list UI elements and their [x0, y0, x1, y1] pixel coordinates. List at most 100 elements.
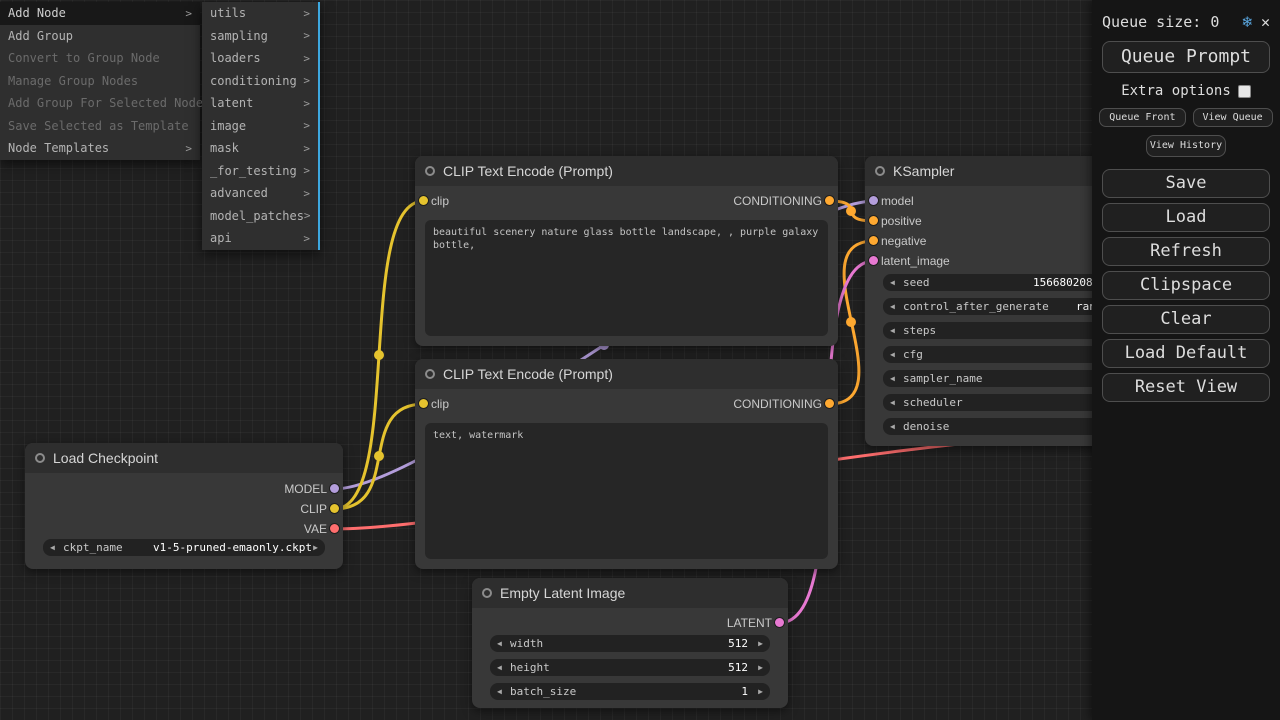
submenu-item-loaders[interactable]: loaders >	[202, 47, 318, 70]
output-label: MODEL	[284, 482, 327, 496]
collapse-dot-icon[interactable]	[875, 166, 885, 176]
add-node-submenu: utils > sampling > loaders > conditionin…	[202, 2, 320, 250]
width-widget[interactable]: ◀ width 512 ▶	[490, 635, 770, 652]
input-label: negative	[881, 234, 926, 248]
latent-output-port[interactable]	[775, 618, 784, 627]
extra-options-label: Extra options	[1121, 83, 1231, 99]
conditioning-output-port[interactable]	[825, 196, 834, 205]
submenu-arrow-icon: >	[303, 29, 310, 42]
queue-front-button[interactable]: Queue Front	[1099, 108, 1185, 127]
clip-input-port[interactable]	[419, 399, 428, 408]
node-clip-text-encode-1[interactable]: CLIP Text Encode (Prompt) clip CONDITION…	[415, 156, 838, 346]
submenu-item-for-testing[interactable]: _for_testing >	[202, 160, 318, 183]
collapse-dot-icon[interactable]	[482, 588, 492, 598]
node-load-checkpoint[interactable]: Load Checkpoint MODEL CLIP VAE ◀ ckpt_na…	[25, 443, 343, 569]
view-history-button[interactable]: View History	[1146, 135, 1226, 157]
positive-input-port[interactable]	[869, 216, 878, 225]
prompt-textarea[interactable]: text, watermark	[425, 423, 828, 559]
input-label: positive	[881, 214, 922, 228]
submenu-arrow-icon: >	[304, 209, 311, 222]
decrement-icon[interactable]: ◀	[890, 350, 895, 360]
extra-options-checkbox[interactable]	[1238, 85, 1251, 98]
reset-view-button[interactable]: Reset View	[1102, 373, 1270, 402]
input-negative: negative	[865, 231, 926, 251]
increment-icon[interactable]: ▶	[758, 639, 763, 649]
decrement-icon[interactable]: ◀	[890, 374, 895, 384]
submenu-item-advanced[interactable]: advanced >	[202, 182, 318, 205]
node-title: Empty Latent Image	[500, 585, 625, 601]
decrement-icon[interactable]: ◀	[497, 663, 502, 673]
node-title: Load Checkpoint	[53, 450, 158, 466]
load-button[interactable]: Load	[1102, 203, 1270, 232]
extra-options-row: Extra options	[1092, 83, 1280, 99]
decrement-icon[interactable]: ◀	[890, 302, 895, 312]
submenu-item-api[interactable]: api >	[202, 227, 318, 250]
increment-icon[interactable]: ▶	[758, 663, 763, 673]
model-output-port[interactable]	[330, 484, 339, 493]
increment-icon[interactable]: ▶	[758, 687, 763, 697]
submenu-item-image[interactable]: image >	[202, 115, 318, 138]
settings-icon[interactable]: ❄	[1242, 12, 1252, 31]
queue-size-label: Queue size: 0	[1102, 13, 1219, 31]
decrement-icon[interactable]: ◀	[890, 278, 895, 288]
view-queue-button[interactable]: View Queue	[1193, 108, 1273, 127]
output-label: LATENT	[727, 616, 772, 630]
node-title: KSampler	[893, 163, 954, 179]
refresh-button[interactable]: Refresh	[1102, 237, 1270, 266]
load-default-button[interactable]: Load Default	[1102, 339, 1270, 368]
vae-output-port[interactable]	[330, 524, 339, 533]
batch-size-widget[interactable]: ◀ batch_size 1 ▶	[490, 683, 770, 700]
height-widget[interactable]: ◀ height 512 ▶	[490, 659, 770, 676]
decrement-icon[interactable]: ◀	[497, 639, 502, 649]
output-clip: CLIP	[300, 499, 343, 519]
save-button[interactable]: Save	[1102, 169, 1270, 198]
submenu-item-sampling[interactable]: sampling >	[202, 25, 318, 48]
queue-prompt-button[interactable]: Queue Prompt	[1102, 41, 1270, 73]
output-model: MODEL	[284, 479, 343, 499]
output-label: CONDITIONING	[733, 397, 822, 411]
decrement-icon[interactable]: ◀	[890, 326, 895, 336]
menu-item-add-group[interactable]: Add Group	[0, 25, 200, 48]
node-header[interactable]: Load Checkpoint	[25, 443, 343, 473]
clear-button[interactable]: Clear	[1102, 305, 1270, 334]
menu-item-convert-to-group-node: Convert to Group Node	[0, 47, 200, 70]
node-clip-text-encode-2[interactable]: CLIP Text Encode (Prompt) clip CONDITION…	[415, 359, 838, 569]
submenu-arrow-icon: >	[303, 142, 310, 155]
input-positive: positive	[865, 211, 922, 231]
collapse-dot-icon[interactable]	[425, 166, 435, 176]
node-header[interactable]: CLIP Text Encode (Prompt)	[415, 156, 838, 186]
comfy-menu-panel: Queue size: 0 ❄ ✕ Queue Prompt Extra opt…	[1092, 0, 1280, 720]
menu-item-add-node[interactable]: Add Node >	[0, 2, 200, 25]
node-header[interactable]: CLIP Text Encode (Prompt)	[415, 359, 838, 389]
output-latent: LATENT	[727, 613, 788, 633]
submenu-item-model-patches[interactable]: model_patches >	[202, 205, 318, 228]
clip-output-port[interactable]	[330, 504, 339, 513]
model-input-port[interactable]	[869, 196, 878, 205]
menu-item-node-templates[interactable]: Node Templates >	[0, 137, 200, 160]
latent-input-port[interactable]	[869, 256, 878, 265]
prompt-textarea[interactable]: beautiful scenery nature glass bottle la…	[425, 220, 828, 336]
submenu-item-mask[interactable]: mask >	[202, 137, 318, 160]
submenu-item-conditioning[interactable]: conditioning >	[202, 70, 318, 93]
submenu-item-latent[interactable]: latent >	[202, 92, 318, 115]
submenu-item-utils[interactable]: utils >	[202, 2, 318, 25]
previous-icon[interactable]: ◀	[50, 543, 55, 553]
collapse-dot-icon[interactable]	[425, 369, 435, 379]
submenu-arrow-icon: >	[303, 164, 310, 177]
menu-item-save-selected-template: Save Selected as Template	[0, 115, 200, 138]
decrement-icon[interactable]: ◀	[497, 687, 502, 697]
decrement-icon[interactable]: ◀	[890, 422, 895, 432]
collapse-dot-icon[interactable]	[35, 453, 45, 463]
node-empty-latent-image[interactable]: Empty Latent Image LATENT ◀ width 512 ▶ …	[472, 578, 788, 708]
clip-input-port[interactable]	[419, 196, 428, 205]
output-conditioning: CONDITIONING	[733, 191, 838, 211]
node-header[interactable]: Empty Latent Image	[472, 578, 788, 608]
close-icon[interactable]: ✕	[1261, 13, 1270, 31]
submenu-arrow-icon: >	[303, 74, 310, 87]
clipspace-button[interactable]: Clipspace	[1102, 271, 1270, 300]
negative-input-port[interactable]	[869, 236, 878, 245]
next-icon[interactable]: ▶	[313, 543, 318, 553]
ckpt-name-widget[interactable]: ◀ ckpt_name v1-5-pruned-emaonly.ckpt ▶	[43, 539, 325, 556]
decrement-icon[interactable]: ◀	[890, 398, 895, 408]
conditioning-output-port[interactable]	[825, 399, 834, 408]
